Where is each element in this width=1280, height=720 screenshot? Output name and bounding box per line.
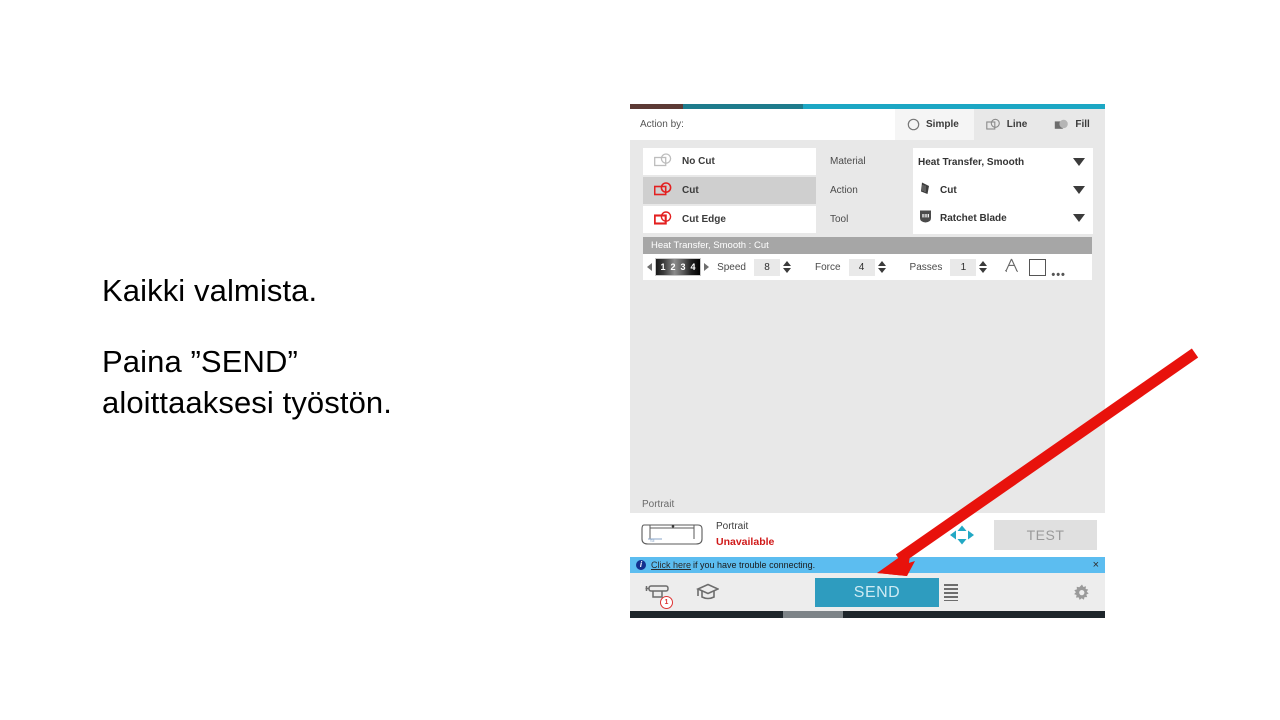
chevron-up-icon — [877, 261, 886, 266]
blade-gauge-step-1: 1 — [660, 262, 666, 272]
action-by-label: Action by: — [640, 119, 684, 130]
tab-fill[interactable]: Fill — [1042, 109, 1105, 140]
cutting-machine-icon: Sil — [640, 519, 704, 552]
bottom-strip-right — [843, 611, 1105, 618]
chevron-down-icon — [1073, 214, 1085, 222]
info-message: if you have trouble connecting. — [693, 560, 816, 570]
slide-line-3: aloittaaksesi työstön. — [102, 385, 392, 421]
force-input[interactable]: 4 — [848, 258, 875, 276]
fill-shapes-icon — [1054, 118, 1069, 132]
circle-outline-icon — [907, 118, 920, 131]
chevron-up-icon — [782, 261, 791, 266]
preset-title-bar: Heat Transfer, Smooth : Cut — [643, 237, 1092, 254]
blade-gauge-step-2: 2 — [670, 262, 676, 272]
blade-tip-icon — [918, 181, 933, 199]
click-here-link[interactable]: Click here — [651, 560, 691, 570]
settings-value-column: Heat Transfer, Smooth Cut Ratchet Blade — [913, 148, 1093, 234]
tab-simple[interactable]: Simple — [895, 109, 974, 140]
more-dots-icon[interactable]: ••• — [1051, 270, 1066, 281]
cut-parameters-row: 1 2 3 4 Speed 8 Force 4 Passes 1 ••• — [643, 254, 1092, 281]
send-panel: Action by: Simple Line Fill No Cut Cut C… — [630, 104, 1105, 618]
force-label: Force — [814, 261, 841, 273]
cut-edge-icon — [653, 210, 673, 229]
passes-stepper[interactable] — [979, 261, 988, 273]
no-cut-icon — [654, 152, 673, 171]
speed-label: Speed — [717, 261, 746, 273]
machine-status: Unavailable — [716, 535, 775, 548]
settings-label-column: Material Action Tool — [830, 148, 905, 235]
chevron-up-icon — [979, 261, 988, 266]
material-dropdown[interactable]: Heat Transfer, Smooth — [913, 148, 1093, 176]
info-icon: i — [636, 560, 646, 570]
slide-text-spacer — [102, 311, 572, 341]
action-value: Cut — [940, 184, 957, 196]
tab-line-label: Line — [1006, 119, 1028, 130]
blade-decrease-arrow-icon[interactable] — [647, 263, 652, 271]
tool-dropdown[interactable]: Ratchet Blade — [913, 204, 1093, 232]
action-item-cut-edge-label: Cut Edge — [682, 214, 726, 225]
panel-empty-area — [630, 280, 1105, 499]
chevron-down-icon — [877, 268, 886, 273]
action-by-label-area: Action by: — [630, 109, 895, 140]
svg-text:Sil: Sil — [650, 538, 655, 543]
machine-text-block: Portrait Unavailable — [716, 520, 774, 550]
passes-label: Passes — [909, 261, 943, 273]
dpad-arrows-icon[interactable] — [942, 524, 982, 546]
blade-gauge-step-4: 4 — [690, 262, 696, 272]
slide-line-2: Paina ”SEND” — [102, 344, 298, 380]
action-item-cut-label: Cut — [682, 185, 699, 196]
cutter-queue-badge: 1 — [660, 595, 673, 609]
preset-title-text: Heat Transfer, Smooth : Cut — [651, 240, 769, 251]
ratchet-blade-icon — [918, 209, 933, 227]
action-item-no-cut[interactable]: No Cut — [643, 148, 816, 175]
line-shapes-icon — [986, 118, 1001, 132]
force-stepper[interactable] — [877, 261, 886, 273]
action-dropdown[interactable]: Cut — [913, 176, 1093, 204]
panel-footer-toolbar: 1 SEND — [630, 573, 1105, 613]
list-lines-icon[interactable] — [944, 584, 958, 601]
bottom-strip-left — [630, 611, 783, 618]
action-item-no-cut-label: No Cut — [682, 156, 715, 167]
panel-bottom-strip — [630, 611, 1105, 618]
send-button[interactable]: SEND — [815, 578, 939, 607]
gear-icon[interactable] — [1072, 583, 1092, 606]
chevron-down-icon — [1073, 158, 1085, 166]
bottom-strip-highlight — [783, 611, 843, 618]
blade-increase-arrow-icon[interactable] — [704, 263, 710, 271]
tab-fill-label: Fill — [1075, 119, 1090, 130]
passes-input[interactable]: 1 — [950, 258, 977, 276]
tool-value: Ratchet Blade — [940, 212, 1007, 224]
panel-header-row: Action by: Simple Line Fill — [630, 109, 1105, 140]
compass-triangle-icon[interactable] — [1003, 257, 1020, 277]
blade-gauge-step-3: 3 — [680, 262, 686, 272]
material-value: Heat Transfer, Smooth — [918, 156, 1025, 168]
cut-icon — [653, 181, 673, 200]
machine-section-label: Portrait — [642, 499, 675, 510]
cutter-queue-icon[interactable]: 1 — [644, 581, 673, 609]
chevron-down-icon — [1073, 186, 1085, 194]
tool-label: Tool — [830, 214, 849, 225]
tab-simple-label: Simple — [926, 119, 959, 130]
square-outline-icon[interactable] — [1029, 258, 1047, 276]
machine-name: Portrait — [716, 521, 749, 533]
blade-depth-gauge[interactable]: 1 2 3 4 — [655, 258, 702, 276]
action-list: No Cut Cut Cut Edge — [643, 148, 816, 235]
material-label: Material — [830, 156, 866, 167]
tab-line[interactable]: Line — [973, 109, 1043, 140]
machine-status-row: Sil Portrait Unavailable TEST — [630, 513, 1105, 557]
speed-stepper[interactable] — [782, 261, 791, 273]
chevron-down-icon — [979, 268, 988, 273]
close-icon[interactable]: × — [1093, 559, 1099, 571]
graduation-cap-icon[interactable] — [694, 581, 720, 606]
action-label: Action — [830, 185, 858, 196]
slide-text-block: Kaikki valmista. Paina ”SEND” aloittaaks… — [102, 270, 572, 424]
speed-input[interactable]: 8 — [753, 258, 780, 276]
slide-line-1: Kaikki valmista. — [102, 273, 318, 308]
connection-info-bar: i Click here if you have trouble connect… — [630, 557, 1105, 573]
test-button[interactable]: TEST — [994, 520, 1097, 550]
chevron-down-icon — [782, 268, 791, 273]
action-item-cut[interactable]: Cut — [643, 177, 816, 204]
action-item-cut-edge[interactable]: Cut Edge — [643, 206, 816, 233]
